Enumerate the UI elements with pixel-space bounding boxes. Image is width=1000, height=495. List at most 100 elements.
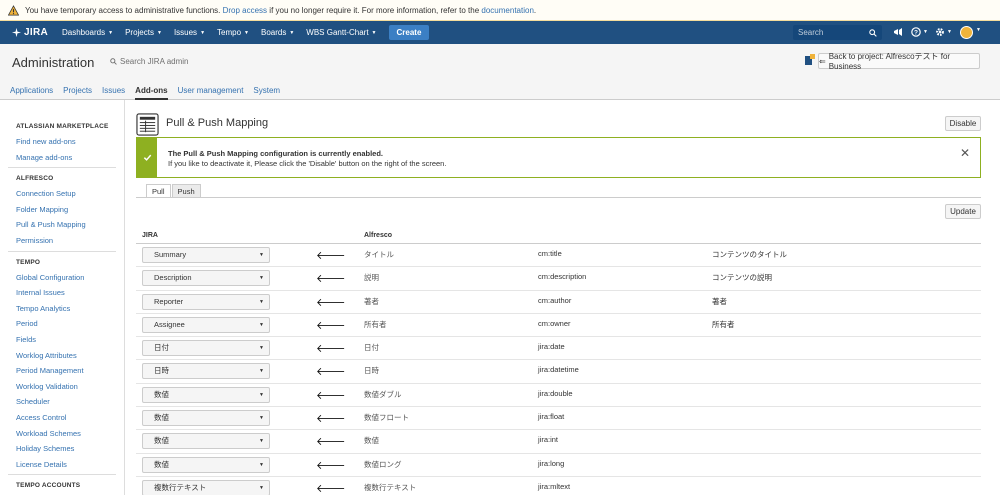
sidebar-item-folder-mapping[interactable]: Folder Mapping bbox=[0, 202, 124, 218]
nav-projects-label: Projects bbox=[125, 28, 154, 37]
sidebar-item-period[interactable]: Period bbox=[0, 316, 124, 332]
tab-user-management[interactable]: User management bbox=[178, 81, 244, 100]
alfresco-property: jira:datetime bbox=[538, 365, 579, 375]
back-to-project-button[interactable]: ⇐ Back to project: Alfrescoテスト for Busin… bbox=[818, 52, 980, 71]
jira-field-value: Reporter bbox=[154, 296, 184, 306]
message-title: The Pull & Push Mapping configuration is… bbox=[168, 149, 384, 158]
chevron-down-icon: ▼ bbox=[923, 29, 928, 35]
admin-search-input[interactable]: Search JIRA admin bbox=[110, 57, 188, 66]
chevron-down-icon: ▼ bbox=[259, 461, 264, 468]
page-title: Administration bbox=[12, 55, 95, 70]
sidebar-item-global-configuration[interactable]: Global Configuration bbox=[0, 270, 124, 286]
jira-field-value: 日時 bbox=[154, 366, 169, 376]
feedback-icon[interactable] bbox=[893, 27, 903, 37]
jira-field-value: Assignee bbox=[154, 319, 185, 329]
drop-access-link[interactable]: Drop access bbox=[223, 6, 267, 15]
chevron-down-icon: ▼ bbox=[259, 484, 264, 491]
jira-field-value: 数値 bbox=[154, 459, 169, 469]
alfresco-description: コンテンツのタイトル bbox=[712, 250, 787, 259]
sidebar-item-manage-add-ons[interactable]: Manage add-ons bbox=[0, 150, 124, 166]
tab-issues[interactable]: Issues bbox=[102, 81, 125, 100]
jira-logo[interactable]: JIRA bbox=[11, 27, 48, 38]
table-row: 複数行テキスト ▼ 🡐 複数行テキスト jira:mltext bbox=[136, 477, 981, 495]
sidebar-item-pull-push-mapping[interactable]: Pull & Push Mapping bbox=[0, 217, 124, 233]
admin-header: Administration Search JIRA admin ⇐ Back … bbox=[0, 44, 1000, 81]
jira-logo-text: JIRA bbox=[24, 27, 48, 38]
tab-projects[interactable]: Projects bbox=[63, 81, 92, 100]
alfresco-label: 著者 bbox=[364, 296, 379, 306]
jira-field-select[interactable]: Summary ▼ bbox=[142, 247, 270, 263]
jira-field-select[interactable]: Assignee ▼ bbox=[142, 316, 270, 333]
sidebar-item-scheduler[interactable]: Scheduler bbox=[0, 394, 124, 410]
documentation-link[interactable]: documentation bbox=[481, 6, 533, 15]
sidebar-item-internal-issues[interactable]: Internal Issues bbox=[0, 285, 124, 301]
jira-field-select[interactable]: 数値 ▼ bbox=[142, 386, 270, 403]
sidebar-item-find-new-add-ons[interactable]: Find new add-ons bbox=[0, 134, 124, 150]
nav-dashboards[interactable]: Dashboards ▼ bbox=[56, 21, 119, 44]
sidebar-divider bbox=[8, 474, 116, 476]
sidebar-item-holiday-schemes[interactable]: Holiday Schemes bbox=[0, 441, 124, 457]
jira-field-select[interactable]: 複数行テキスト ▼ bbox=[142, 479, 270, 495]
banner-text-start: You have temporary access to administrat… bbox=[25, 5, 221, 15]
nav-issues[interactable]: Issues ▼ bbox=[168, 21, 211, 44]
nav-boards[interactable]: Boards ▼ bbox=[255, 21, 300, 44]
close-icon[interactable]: ✕ bbox=[960, 146, 970, 160]
table-row: 日時 ▼ 🡐 日時 jira:datetime bbox=[136, 360, 981, 384]
sidebar-item-tempo-analytics[interactable]: Tempo Analytics bbox=[0, 301, 124, 317]
search-placeholder: Search bbox=[798, 28, 824, 37]
sidebar-item-worklog-validation[interactable]: Worklog Validation bbox=[0, 379, 124, 395]
jira-field-select[interactable]: 数値 ▼ bbox=[142, 456, 270, 473]
jira-field-select[interactable]: 数値 ▼ bbox=[142, 433, 270, 450]
sidebar-item-access-control[interactable]: Access Control bbox=[0, 410, 124, 426]
alfresco-description: 所有者 bbox=[712, 319, 735, 329]
nav-wbs-gantt[interactable]: WBS Gantt-Chart ▼ bbox=[300, 21, 382, 44]
alfresco-label: 数値フロート bbox=[364, 413, 409, 423]
chevron-down-icon: ▼ bbox=[108, 29, 114, 36]
chevron-down-icon: ▼ bbox=[244, 29, 249, 36]
notification-icon[interactable] bbox=[805, 54, 815, 66]
alfresco-property: jira:mltext bbox=[538, 481, 571, 491]
jira-field-select[interactable]: 数値 ▼ bbox=[142, 410, 270, 427]
chevron-down-icon: ▼ bbox=[259, 298, 264, 305]
tab-system[interactable]: System bbox=[253, 81, 280, 100]
tab-pull[interactable]: Pull bbox=[146, 184, 171, 198]
jira-field-select[interactable]: Description ▼ bbox=[142, 270, 270, 287]
warning-icon bbox=[8, 4, 19, 15]
jira-field-value: 数値 bbox=[154, 436, 169, 446]
jira-field-select[interactable]: Reporter ▼ bbox=[142, 293, 270, 310]
alfresco-property: jira:int bbox=[538, 435, 559, 445]
arrow-left-icon: 🡐 bbox=[316, 389, 346, 402]
create-button[interactable]: Create bbox=[388, 25, 430, 40]
disable-button[interactable]: Disable bbox=[945, 116, 981, 131]
tab-add-ons[interactable]: Add-ons bbox=[135, 81, 168, 100]
jira-field-select[interactable]: 日時 ▼ bbox=[142, 363, 270, 380]
message-gutter bbox=[137, 138, 157, 177]
sidebar-item-license-details[interactable]: License Details bbox=[0, 457, 124, 473]
sidebar-item-fields[interactable]: Fields bbox=[0, 332, 124, 348]
column-header-alfresco: Alfresco bbox=[364, 232, 393, 239]
sidebar-item-period-management[interactable]: Period Management bbox=[0, 363, 124, 379]
arrow-left-icon: 🡐 bbox=[316, 319, 346, 332]
tab-applications[interactable]: Applications bbox=[10, 81, 53, 100]
search-input[interactable]: Search bbox=[793, 25, 882, 40]
admin-search-placeholder: Search JIRA admin bbox=[120, 57, 189, 66]
user-avatar[interactable] bbox=[960, 26, 973, 39]
table-row: Reporter ▼ 🡐 著者 cm:author 著者 bbox=[136, 291, 981, 314]
sidebar-item-permission[interactable]: Permission bbox=[0, 233, 124, 249]
nav-projects[interactable]: Projects ▼ bbox=[119, 21, 168, 44]
status-message: The Pull & Push Mapping configuration is… bbox=[136, 137, 981, 178]
arrow-left-icon: 🡐 bbox=[316, 296, 346, 309]
tab-push[interactable]: Push bbox=[171, 184, 201, 198]
jira-field-value: 複数行テキスト bbox=[154, 482, 207, 492]
update-button[interactable]: Update bbox=[945, 204, 981, 219]
sidebar-item-workload-schemes[interactable]: Workload Schemes bbox=[0, 426, 124, 442]
sidebar-item-worklog-attributes[interactable]: Worklog Attributes bbox=[0, 348, 124, 364]
gear-icon[interactable]: ▼ bbox=[935, 27, 952, 37]
table-row: 日付 ▼ 🡐 日付 jira:date bbox=[136, 337, 981, 361]
nav-tempo[interactable]: Tempo ▼ bbox=[211, 21, 255, 44]
chevron-down-icon[interactable]: ▼ bbox=[976, 27, 981, 33]
sidebar-item-connection-setup[interactable]: Connection Setup bbox=[0, 186, 124, 202]
jira-field-select[interactable]: 日付 ▼ bbox=[142, 340, 270, 357]
help-icon[interactable]: ? ▼ bbox=[911, 27, 928, 37]
table-row: Description ▼ 🡐 説明 cm:description コンテンツの説… bbox=[136, 267, 981, 291]
